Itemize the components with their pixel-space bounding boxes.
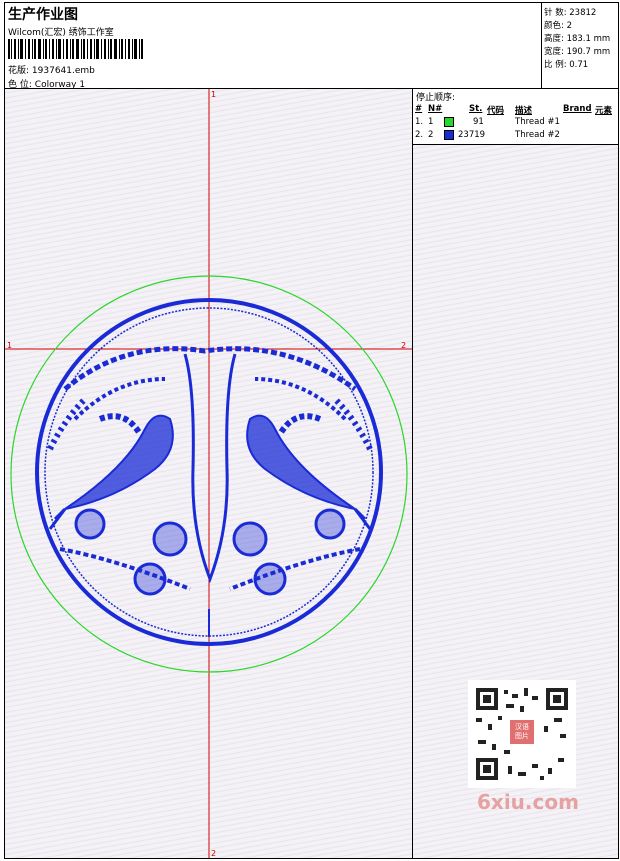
- col-st: St.: [469, 104, 483, 114]
- stitch-count: 针 数: 23812: [544, 8, 597, 18]
- axis-label-bottom: 2: [211, 849, 217, 858]
- design-canvas: 1 2 1 2: [5, 89, 413, 858]
- stop-sequence-table: 停止顺序: # N# St. 代码 描述 Brand 元素 1. 1 91 Th…: [413, 89, 618, 145]
- axis-label-top: 1: [211, 90, 217, 99]
- color-swatch: [444, 117, 454, 127]
- color-count: 颜色: 2: [544, 21, 572, 31]
- col-n: N#: [428, 104, 443, 114]
- axis-label-left: 1: [7, 341, 13, 350]
- design-label: 花版:: [8, 66, 30, 76]
- color-swatch: [444, 130, 454, 140]
- col-code: 代码: [487, 106, 505, 116]
- row-index: 1.: [415, 117, 424, 127]
- col-brand: Brand: [563, 104, 592, 114]
- row-n: 1: [428, 117, 434, 127]
- qr-center-label: 汉语图片: [515, 723, 529, 740]
- row-code: 91: [473, 117, 484, 127]
- row-desc: Thread #2: [515, 130, 560, 140]
- company-name: Wilcom(汇宏) 绣饰工作室: [8, 28, 114, 38]
- col-element: 元素: [595, 106, 613, 116]
- design-scale: 比 例: 0.71: [544, 60, 589, 70]
- design-width: 宽度: 190.7 mm: [544, 47, 611, 57]
- stats-panel: 针 数: 23812 颜色: 2 高度: 183.1 mm 宽度: 190.7 …: [542, 3, 618, 89]
- watermark: 6xiu.com: [477, 790, 579, 814]
- col-hash: #: [415, 104, 423, 114]
- row-index: 2.: [415, 130, 424, 140]
- col-desc: 描述: [515, 106, 533, 116]
- design-height: 高度: 183.1 mm: [544, 34, 611, 44]
- barcode: [8, 39, 143, 59]
- design-file-row: 花版: 1937641.emb: [8, 63, 95, 76]
- row-n: 2: [428, 130, 434, 140]
- row-code: 23719: [458, 130, 486, 140]
- axis-label-right: 2: [401, 341, 407, 350]
- stop-sequence-title: 停止顺序:: [416, 93, 456, 103]
- row-desc: Thread #1: [515, 117, 560, 127]
- embroidery-preview: [5, 89, 412, 858]
- header-panel: 生产作业图 Wilcom(汇宏) 绣饰工作室 花版: 1937641.emb 色…: [5, 3, 542, 90]
- page-title: 生产作业图: [8, 7, 78, 23]
- design-value: 1937641.emb: [31, 66, 95, 76]
- qr-code: 汉语图片: [468, 680, 576, 788]
